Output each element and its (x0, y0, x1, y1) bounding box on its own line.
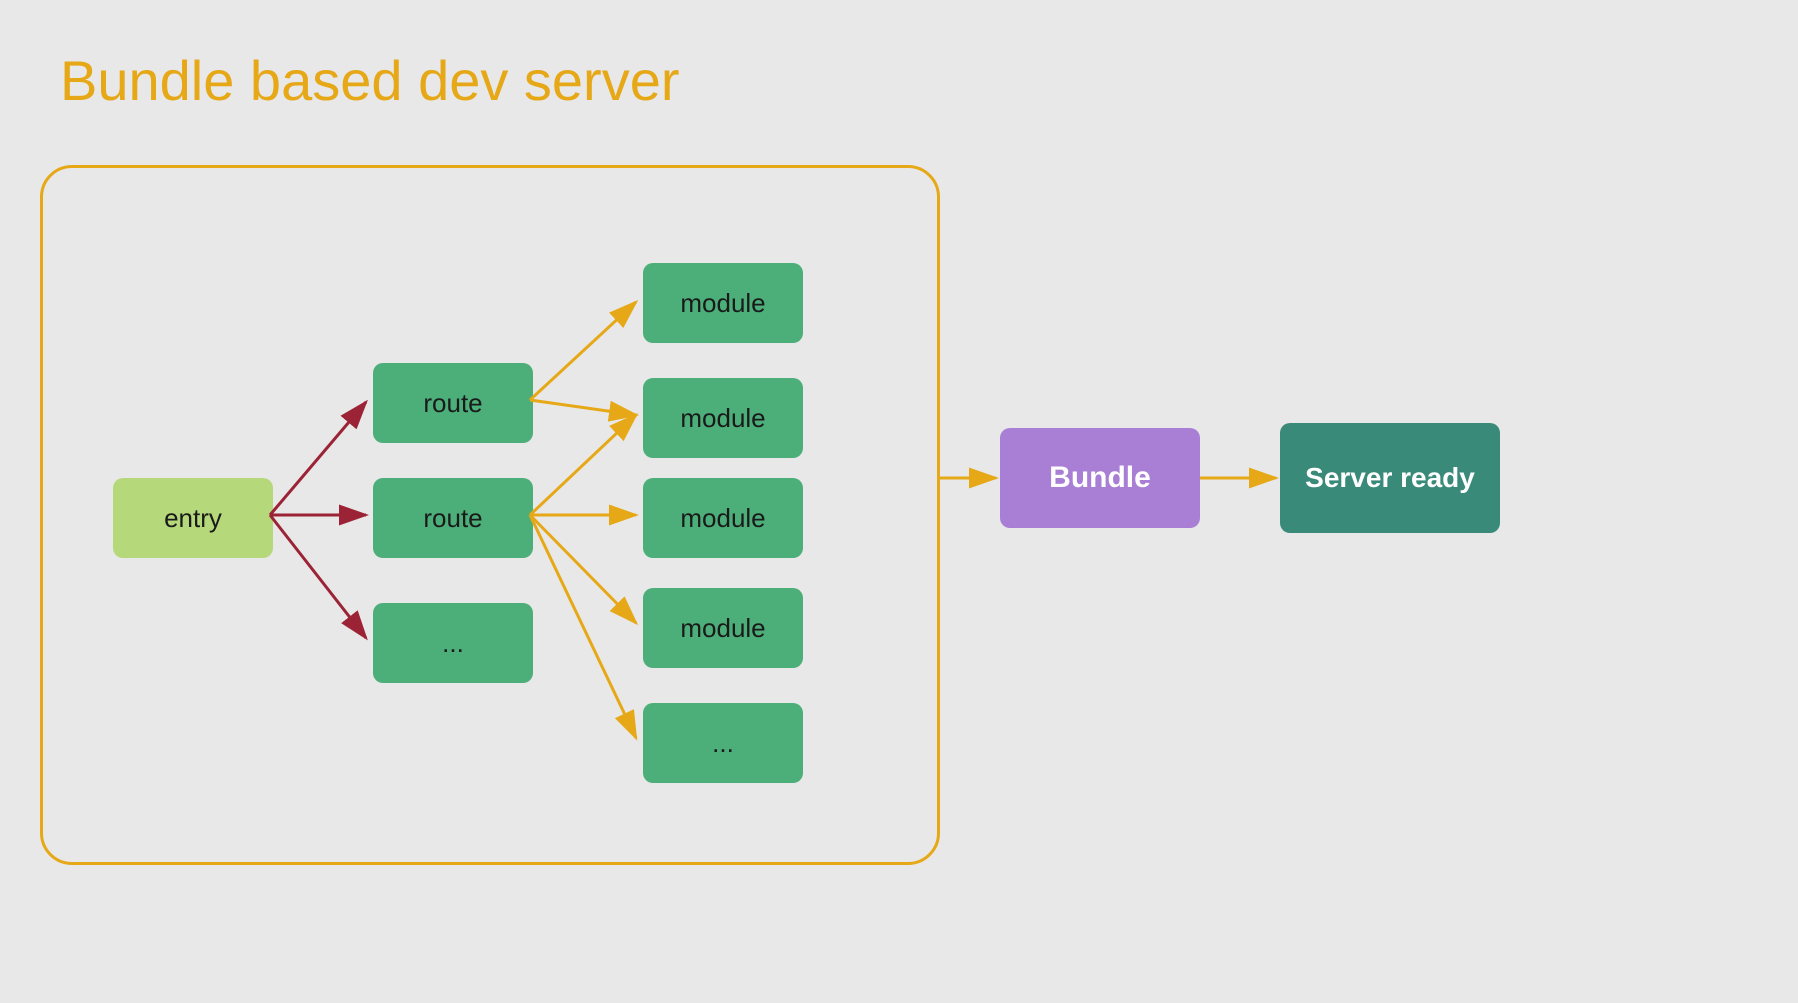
module4-node: module (643, 588, 803, 668)
bundle-box: entry route route ... module module modu… (40, 165, 940, 865)
entry-node: entry (113, 478, 273, 558)
route2-node: route (373, 478, 533, 558)
page-title: Bundle based dev server (60, 48, 680, 113)
module-dots-node: ... (643, 703, 803, 783)
route1-node: route (373, 363, 533, 443)
route-dots-node: ... (373, 603, 533, 683)
module3-node: module (643, 478, 803, 558)
module2-node: module (643, 378, 803, 458)
server-ready-node: Server ready (1280, 423, 1500, 533)
bundle-node: Bundle (1000, 428, 1200, 528)
module1-node: module (643, 263, 803, 343)
